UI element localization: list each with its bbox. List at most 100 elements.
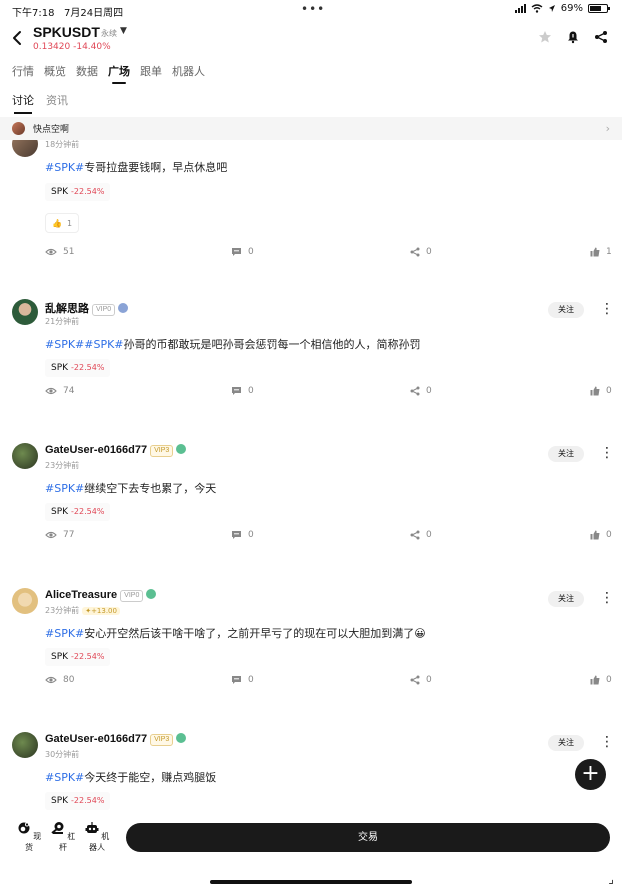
more-options-icon[interactable]: ⋮ xyxy=(600,446,614,462)
post-card[interactable]: 乱解思路 VIP0 21分钟前 关注 ⋮ #SPK##SPK#孙哥的币都敢玩是吧孙… xyxy=(0,299,622,439)
vip-badge: VIP3 xyxy=(150,734,174,746)
post-card[interactable]: 18分钟前 #SPK#专哥拉盘要钱啊，早点休息吧 SPK -22.54% 👍 1 5… xyxy=(0,129,622,269)
coin-change: -22.54% xyxy=(71,507,105,516)
hashtag-link[interactable]: #SPK# xyxy=(84,338,123,351)
avatar[interactable] xyxy=(12,443,38,469)
tip-badge: ✦+13.00 xyxy=(82,607,120,615)
post-stats: 77 0 0 0 xyxy=(0,530,622,544)
back-arrow-icon[interactable] xyxy=(10,28,26,48)
follow-button[interactable]: 关注 xyxy=(548,446,584,462)
coin-change: -22.54% xyxy=(71,187,105,196)
post-text: 今天终于能空，赚点鸡腿饭 xyxy=(84,771,217,784)
avatar[interactable] xyxy=(12,299,38,325)
username[interactable]: GateUser-e0166d77 VIP3 xyxy=(45,733,187,746)
post-content[interactable]: #SPK##SPK#孙哥的币都敢玩是吧孙哥会惩罚每一个相信他的人，简称孙罚 xyxy=(45,336,421,352)
eye-icon xyxy=(45,676,57,684)
star-favorite-icon[interactable] xyxy=(538,30,552,44)
hashtag-link[interactable]: #SPK# xyxy=(45,627,84,640)
post-card[interactable]: GateUser-e0166d77 VIP3 23分钟前 关注 ⋮ #SPK#继续… xyxy=(0,443,622,583)
vip-badge: VIP3 xyxy=(150,445,174,457)
post-content[interactable]: #SPK#安心开空然后该干啥干啥了，之前开早亏了的现在可以大胆加到满了😀 xyxy=(45,625,426,641)
vip-badge: VIP0 xyxy=(92,304,116,316)
thumbs-up-icon xyxy=(590,530,600,540)
comment-icon xyxy=(232,531,241,539)
post-text: 专哥拉盘要钱啊，早点休息吧 xyxy=(84,161,228,174)
reaction-count: 1 xyxy=(66,218,73,228)
follow-button[interactable]: 关注 xyxy=(548,735,584,751)
post-content[interactable]: #SPK#今天终于能空，赚点鸡腿饭 xyxy=(45,769,216,785)
hashtag-link[interactable]: #SPK# xyxy=(45,771,84,784)
pair-symbol[interactable]: SPKUSDT xyxy=(33,24,100,40)
bottom-nav-margin[interactable]: 杠杆 xyxy=(48,821,78,853)
post-content[interactable]: #SPK#专哥拉盘要钱啊，早点休息吧 xyxy=(45,159,227,175)
sub-tabs: 讨论 资讯 xyxy=(12,92,68,114)
comments-stat[interactable]: 0 xyxy=(231,386,254,396)
like-stat[interactable]: 0 xyxy=(590,675,612,685)
comments-stat[interactable]: 0 xyxy=(231,675,254,685)
username[interactable]: AliceTreasure VIP0 xyxy=(45,589,157,602)
trade-button[interactable]: 交易 xyxy=(126,823,610,852)
alert-bell-icon[interactable] xyxy=(566,30,580,44)
coin-change: -22.54% xyxy=(71,652,105,661)
comments-stat[interactable]: 0 xyxy=(231,247,254,257)
bottom-nav-spot[interactable]: 现货 xyxy=(14,821,44,853)
username[interactable]: 乱解思路 VIP0 xyxy=(45,300,129,316)
share-icon[interactable] xyxy=(594,30,608,44)
cellular-icon xyxy=(514,4,526,13)
follow-button[interactable]: 关注 xyxy=(548,591,584,607)
tab-news[interactable]: 资讯 xyxy=(46,92,68,114)
post-time: 18分钟前 xyxy=(45,140,80,149)
share-stat[interactable]: 0 xyxy=(410,247,432,257)
pinned-post-banner[interactable]: 快点空啊 › xyxy=(0,117,622,140)
avatar[interactable] xyxy=(12,588,38,614)
status-right: 69% xyxy=(514,3,610,14)
eye-icon xyxy=(45,531,57,539)
avatar[interactable] xyxy=(12,732,38,758)
tab-discussion[interactable]: 讨论 xyxy=(12,92,34,114)
wifi-icon xyxy=(531,4,543,13)
shield-badge-icon xyxy=(176,733,187,743)
coin-chip[interactable]: SPK -22.54% xyxy=(45,503,111,521)
tab-data[interactable]: 数据 xyxy=(76,63,98,84)
coin-chip[interactable]: SPK -22.54% xyxy=(45,359,111,377)
hashtag-link[interactable]: #SPK# xyxy=(45,161,84,174)
more-options-icon[interactable]: ⋮ xyxy=(600,302,614,318)
tab-quotes[interactable]: 行情 xyxy=(12,63,34,84)
comments-stat[interactable]: 0 xyxy=(231,530,254,540)
comment-icon xyxy=(232,387,241,395)
multitask-dots[interactable]: ••• xyxy=(301,2,325,16)
follow-button[interactable]: 关注 xyxy=(548,302,584,318)
share-icon xyxy=(410,530,420,540)
thumbs-up-emoji-icon: 👍 xyxy=(52,218,62,228)
like-stat[interactable]: 0 xyxy=(590,386,612,396)
bottom-nav-label: 机器人 xyxy=(89,832,110,852)
vip-badge: VIP0 xyxy=(120,590,144,602)
price-change: -14.40% xyxy=(73,42,111,52)
post-card[interactable]: AliceTreasure VIP0 23分钟前 ✦+13.00 关注 ⋮ #SPK… xyxy=(0,588,622,728)
tab-overview[interactable]: 概览 xyxy=(44,63,66,84)
post-content[interactable]: #SPK#继续空下去专也累了，今天 xyxy=(45,480,216,496)
reaction-chip[interactable]: 👍 1 xyxy=(45,213,79,233)
create-post-button[interactable]: + xyxy=(575,759,606,790)
tab-copy-trading[interactable]: 跟单 xyxy=(140,63,162,84)
home-indicator[interactable] xyxy=(210,880,412,884)
coin-chip[interactable]: SPK -22.54% xyxy=(45,792,111,810)
pair-dropdown-icon[interactable]: ▼ xyxy=(120,26,127,36)
more-options-icon[interactable]: ⋮ xyxy=(600,735,614,751)
hashtag-link[interactable]: #SPK# xyxy=(45,482,84,495)
share-stat[interactable]: 0 xyxy=(410,530,432,540)
more-options-icon[interactable]: ⋮ xyxy=(600,591,614,607)
tab-square[interactable]: 广场 xyxy=(108,63,130,84)
tab-bots[interactable]: 机器人 xyxy=(172,63,205,84)
like-stat[interactable]: 1 xyxy=(590,247,612,257)
like-stat[interactable]: 0 xyxy=(590,530,612,540)
eye-icon xyxy=(45,387,57,395)
coin-chip[interactable]: SPK -22.54% xyxy=(45,648,111,666)
share-stat[interactable]: 0 xyxy=(410,675,432,685)
share-stat[interactable]: 0 xyxy=(410,386,432,396)
coin-chip[interactable]: SPK -22.54% xyxy=(45,183,111,201)
hashtag-link[interactable]: #SPK# xyxy=(45,338,84,351)
shield-badge-icon xyxy=(176,444,187,454)
username[interactable]: GateUser-e0166d77 VIP3 xyxy=(45,444,187,457)
bottom-nav-robot[interactable]: 机器人 xyxy=(82,821,112,853)
